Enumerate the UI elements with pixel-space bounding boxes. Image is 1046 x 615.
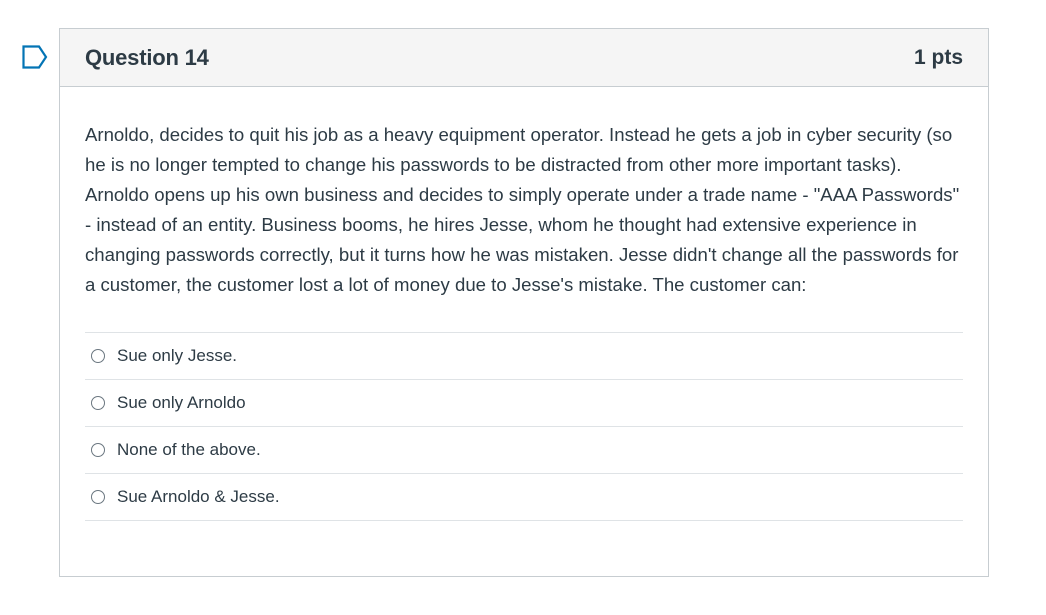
flag-question-button[interactable] (22, 45, 48, 69)
radio-button[interactable] (91, 490, 105, 504)
question-points: 1 pts (913, 45, 963, 69)
answer-label[interactable]: Sue Arnoldo & Jesse. (117, 487, 280, 507)
question-card: Question 14 1 pts Arnoldo, decides to qu… (59, 28, 989, 577)
answer-label[interactable]: None of the above. (117, 440, 261, 460)
answer-label[interactable]: Sue only Jesse. (117, 346, 237, 366)
radio-button[interactable] (91, 396, 105, 410)
answer-option[interactable]: None of the above. (85, 427, 963, 474)
question-text: Arnoldo, decides to quit his job as a he… (85, 124, 960, 295)
question-header: Question 14 1 pts (60, 29, 988, 87)
answer-option[interactable]: Sue only Arnoldo (85, 380, 963, 427)
answer-option[interactable]: Sue only Jesse. (85, 333, 963, 380)
answer-label[interactable]: Sue only Arnoldo (117, 393, 246, 413)
question-body: Arnoldo, decides to quit his job as a he… (60, 87, 988, 521)
answer-list: Sue only Jesse. Sue only Arnoldo None of… (85, 332, 963, 521)
radio-button[interactable] (91, 443, 105, 457)
answer-option[interactable]: Sue Arnoldo & Jesse. (85, 474, 963, 521)
radio-button[interactable] (91, 349, 105, 363)
question-title: Question 14 (85, 44, 209, 70)
flag-bookmark-icon (22, 45, 48, 69)
